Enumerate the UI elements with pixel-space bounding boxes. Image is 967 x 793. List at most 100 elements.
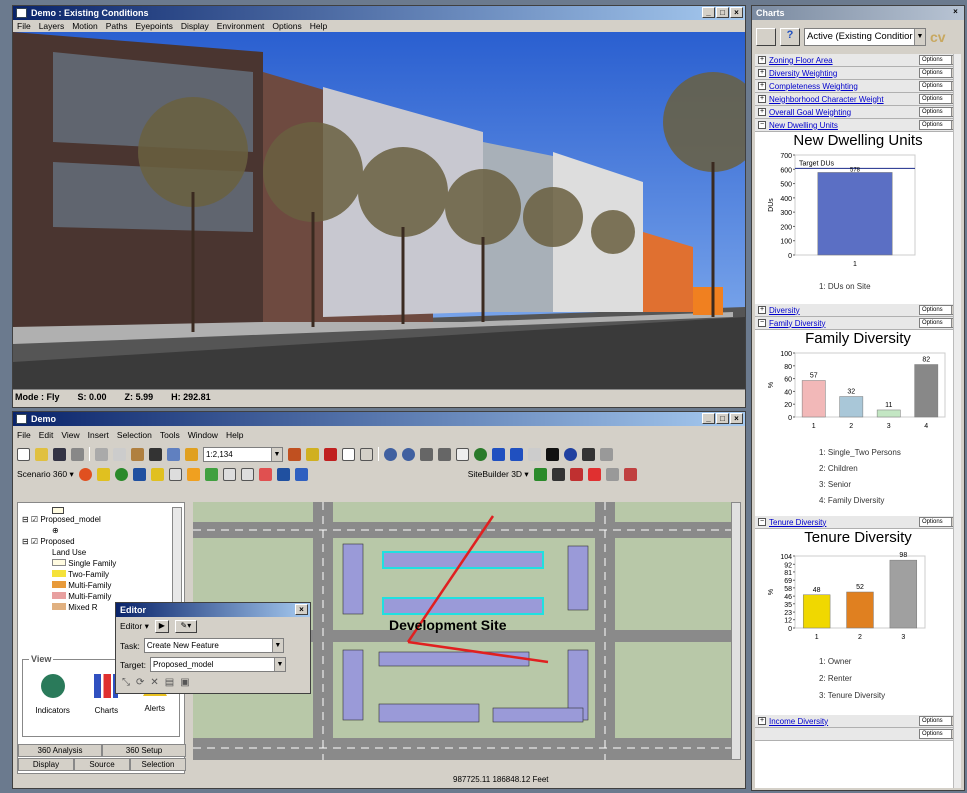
scenario-tool-icon[interactable] — [132, 467, 146, 481]
scenario-tool-icon[interactable] — [114, 467, 128, 481]
copy-icon[interactable] — [113, 447, 126, 461]
scenario-tool-icon[interactable] — [276, 467, 290, 481]
gis-menu-insert[interactable]: Insert — [88, 426, 109, 444]
chart-row-link[interactable]: Diversity Weighting — [769, 69, 919, 78]
new-icon[interactable] — [17, 447, 30, 461]
select-features-icon[interactable] — [528, 447, 541, 461]
expand-icon[interactable]: + — [758, 95, 766, 103]
menu-options[interactable]: Options — [272, 20, 301, 32]
expand-icon[interactable]: + — [758, 108, 766, 116]
checkbox-icon[interactable]: ⊟ ☑ — [22, 515, 40, 524]
scenario-tool-icon[interactable] — [168, 467, 182, 481]
checkbox-icon[interactable]: ⊟ ☑ — [22, 537, 40, 546]
gis-menu-help[interactable]: Help — [226, 426, 243, 444]
forward-extent-icon[interactable] — [510, 447, 523, 461]
scenario-tool-icon[interactable] — [240, 467, 254, 481]
select-elements-icon[interactable] — [546, 447, 559, 461]
chart-row-link[interactable]: Overall Goal Weighting — [769, 108, 919, 117]
scenario-select[interactable]: Active (Existing Conditior ▼ — [804, 28, 926, 46]
gis-menu-file[interactable]: File — [17, 426, 31, 444]
gis-maximize-button[interactable]: □ — [716, 413, 729, 424]
expand-icon[interactable]: − — [758, 319, 766, 327]
3d-viewer-titlebar[interactable]: Demo : Existing Conditions _ □ × — [13, 6, 745, 20]
bar[interactable] — [889, 559, 918, 629]
menu-environment[interactable]: Environment — [217, 20, 265, 32]
bar[interactable] — [876, 409, 901, 418]
split-tool-icon[interactable]: ⤡ — [122, 677, 130, 688]
chart-row-link[interactable]: New Dwelling Units — [769, 121, 919, 130]
gis-menu-view[interactable]: View — [61, 426, 79, 444]
scenario-tool-icon[interactable] — [186, 467, 200, 481]
measure-icon[interactable] — [600, 447, 613, 461]
chart-row-link[interactable]: Family Diversity — [769, 319, 919, 328]
zoom-out-icon[interactable] — [402, 447, 415, 461]
expand-icon[interactable]: + — [758, 306, 766, 314]
indicators-button[interactable]: Indicators — [35, 674, 70, 715]
bar[interactable] — [914, 364, 939, 418]
fixed-zoom-in-icon[interactable] — [420, 447, 433, 461]
gis-menu-edit[interactable]: Edit — [39, 426, 54, 444]
minimize-button[interactable]: _ — [702, 7, 715, 18]
gis-menu-tools[interactable]: Tools — [160, 426, 180, 444]
save-icon[interactable] — [53, 447, 66, 461]
paste-icon[interactable] — [131, 447, 144, 461]
chart-row-blank[interactable]: Options▼ — [755, 728, 961, 741]
target-combo[interactable]: Proposed_model ▼ — [150, 657, 286, 672]
delete-vertex-icon[interactable]: ✕ — [150, 677, 158, 688]
identify-icon[interactable] — [564, 447, 577, 461]
editor-close-button[interactable]: × — [295, 604, 308, 615]
chart-row[interactable]: +Overall Goal WeightingOptions▼ — [755, 106, 961, 119]
dropdown-arrow-icon[interactable]: ▼ — [914, 29, 925, 45]
scenario-tool-icon[interactable] — [222, 467, 236, 481]
chart-row[interactable]: −Family DiversityOptions▼ — [755, 317, 961, 330]
open-icon[interactable] — [35, 447, 48, 461]
print-icon[interactable] — [71, 447, 84, 461]
cut-icon[interactable] — [95, 447, 108, 461]
scenario-tool-icon[interactable] — [96, 467, 110, 481]
scenario-tool-icon[interactable] — [258, 467, 272, 481]
charts-scrollbar[interactable] — [953, 54, 961, 788]
toc-item[interactable]: ⊟ ☑ Proposed — [22, 536, 180, 547]
help-question-icon[interactable]: ? — [780, 28, 800, 46]
full-extent-icon[interactable] — [474, 447, 487, 461]
bar[interactable] — [802, 594, 831, 629]
charts-titlebar[interactable]: Charts × — [752, 6, 964, 20]
dropdown-arrow-icon[interactable]: ▼ — [271, 447, 282, 461]
menu-eyepoints[interactable]: Eyepoints — [135, 20, 172, 32]
bar[interactable] — [839, 396, 864, 418]
zoom-in-icon[interactable] — [384, 447, 397, 461]
sitebuilder-tool-icon[interactable] — [623, 467, 637, 481]
undo-icon[interactable] — [167, 447, 180, 461]
sitebuilder-dropdown[interactable]: SiteBuilder 3D ▾ — [468, 469, 529, 480]
chart-row[interactable]: +DiversityOptions▼ — [755, 304, 961, 317]
expand-icon[interactable]: + — [758, 69, 766, 77]
expand-icon[interactable]: + — [758, 82, 766, 90]
chart-row[interactable]: +Zoning Floor AreaOptions▼ — [755, 54, 961, 67]
close-button[interactable]: × — [730, 7, 743, 18]
command-line-icon[interactable] — [342, 447, 355, 461]
editor-menu[interactable]: Editor ▾ — [120, 621, 149, 632]
task-combo[interactable]: Create New Feature ▼ — [143, 638, 284, 653]
map-scale-combo[interactable]: 1:2,134 ▼ — [203, 446, 283, 462]
gis-titlebar[interactable]: Demo _ □ × — [13, 412, 745, 426]
sitebuilder-tool-icon[interactable] — [605, 467, 619, 481]
back-extent-icon[interactable] — [492, 447, 505, 461]
chart-row-link[interactable]: Tenure Diversity — [769, 518, 919, 527]
3d-street-scene[interactable] — [13, 32, 745, 389]
menu-help[interactable]: Help — [310, 20, 327, 32]
edit-tool-arrow-icon[interactable]: ▶ — [154, 620, 169, 633]
find-icon[interactable] — [582, 447, 595, 461]
chart-row[interactable]: −Tenure DiversityOptions▼ — [755, 516, 961, 529]
tab-360-setup[interactable]: 360 Setup — [102, 744, 186, 757]
editor-toolbar-icon[interactable] — [288, 447, 301, 461]
alert-icon[interactable] — [150, 467, 164, 481]
tab-360-analysis[interactable]: 360 Analysis — [18, 744, 102, 757]
bar[interactable] — [801, 380, 826, 418]
pan-icon[interactable] — [456, 447, 469, 461]
sitebuilder-tool-icon[interactable] — [533, 467, 547, 481]
editor-titlebar[interactable]: Editor × — [116, 603, 310, 617]
scenario-gear-icon[interactable] — [78, 467, 92, 481]
add-data-icon[interactable] — [185, 447, 198, 461]
menu-file[interactable]: File — [17, 20, 31, 32]
arctoolbox-icon[interactable] — [324, 447, 337, 461]
